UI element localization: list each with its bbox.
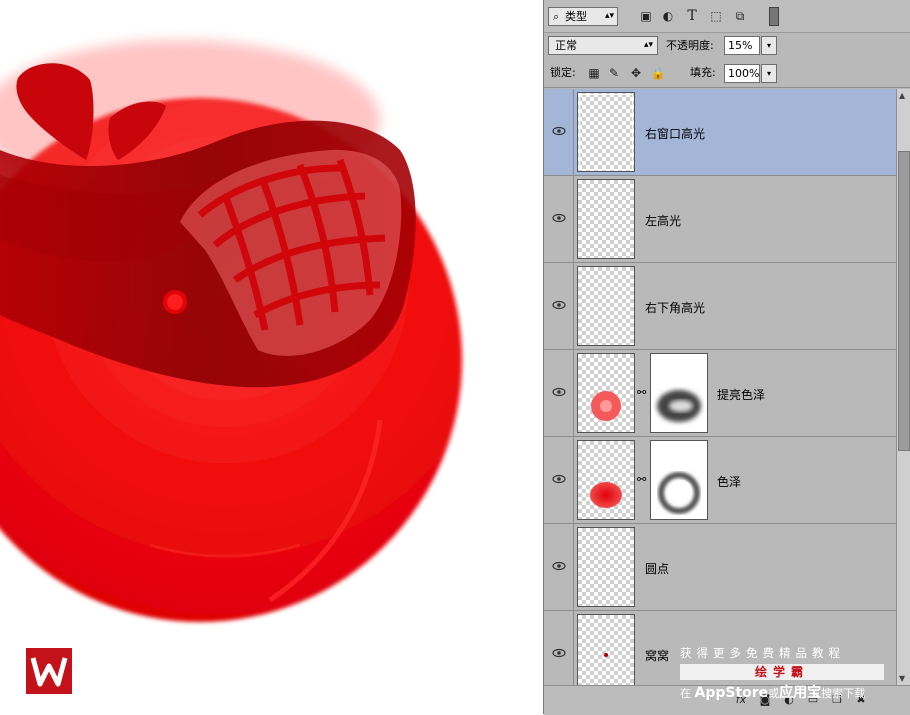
eye-icon <box>552 300 566 310</box>
brand-slogan: 以人为本 <box>222 653 266 666</box>
eye-icon <box>552 213 566 223</box>
layer-row[interactable]: 右下角高光 <box>544 263 896 350</box>
opacity-dropdown-button[interactable]: ▾ <box>761 36 777 55</box>
promo-app: 应用宝 <box>779 685 822 701</box>
lock-all-icon[interactable]: 🔒 <box>650 65 666 81</box>
filter-kind-select[interactable]: ⌕ 类型 ▴▾ <box>548 7 618 26</box>
brand-name: 王氏教育集团 <box>78 651 192 671</box>
lock-transparent-icon[interactable]: ▦ <box>586 65 602 81</box>
fill-label: 填充: <box>690 66 716 79</box>
search-icon: ⌕ <box>553 10 560 23</box>
eye-icon <box>552 474 566 484</box>
chevron-updown-icon: ▴▾ <box>604 11 614 21</box>
layer-thumbnail[interactable] <box>577 266 635 346</box>
visibility-toggle[interactable] <box>544 524 574 610</box>
shape-filter-icon[interactable]: ⬚ <box>708 8 724 24</box>
layer-mask-thumbnail[interactable] <box>650 440 708 520</box>
layer-list: 右窗口高光 左高光 右下角高光 ⚯ 提亮色泽 ⚯ 色泽 圆点 窝窝 <box>544 89 896 685</box>
visibility-toggle[interactable] <box>544 89 574 175</box>
promo-prefix: 在 <box>680 687 691 700</box>
red-ball-artwork <box>0 40 462 622</box>
layer-thumbnail[interactable] <box>577 440 635 520</box>
layer-name[interactable]: 右窗口高光 <box>645 125 705 142</box>
layer-filter-bar: ⌕ 类型 ▴▾ ▣ ◐ T ⬚ ⧉ <box>544 0 910 33</box>
eye-icon <box>552 648 566 658</box>
smart-object-filter-icon[interactable]: ⧉ <box>732 8 748 24</box>
layer-name[interactable]: 提亮色泽 <box>717 386 765 403</box>
layer-row[interactable]: 右窗口高光 <box>544 89 896 176</box>
layers-panel: ⌕ 类型 ▴▾ ▣ ◐ T ⬚ ⧉ 正常 ▴▾ 不透明度: 15% ▾ 锁定: ▦… <box>543 0 910 715</box>
layer-row[interactable]: 圆点 <box>544 524 896 611</box>
layer-thumbnail[interactable] <box>577 179 635 259</box>
layer-row[interactable]: ⚯ 提亮色泽 <box>544 350 896 437</box>
blend-mode-select[interactable]: 正常 ▴▾ <box>548 36 658 55</box>
brand-logo <box>26 648 72 694</box>
fill-dropdown-button[interactable]: ▾ <box>761 64 777 83</box>
blend-mode-value: 正常 <box>555 39 577 52</box>
lock-row: 锁定: ▦ ✎ ✥ 🔒 填充: 100% ▾ <box>544 61 910 88</box>
visibility-toggle[interactable] <box>544 350 574 436</box>
adjustment-filter-icon[interactable]: ◐ <box>660 8 676 24</box>
layer-name[interactable]: 窝窝 <box>645 647 669 664</box>
brand-divider <box>78 673 276 674</box>
link-chain-icon[interactable]: ⚯ <box>637 386 647 399</box>
layer-name[interactable]: 右下角高光 <box>645 299 705 316</box>
scrollbar-thumb[interactable] <box>898 151 910 451</box>
brand-motto: 始创于二零零二年 <box>78 682 238 695</box>
layer-thumbnail[interactable] <box>577 92 635 172</box>
layer-name[interactable]: 色泽 <box>717 473 741 490</box>
layer-row[interactable]: 左高光 <box>544 176 896 263</box>
filter-kind-label: 类型 <box>565 10 587 23</box>
lock-label: 锁定: <box>550 66 576 79</box>
visibility-toggle[interactable] <box>544 263 574 349</box>
promo-line3: 在 AppStore或应用宝搜索下载 <box>680 682 865 702</box>
promo-watermark: 获得更多免费精品教程 绘学霸 在 AppStore或应用宝搜索下载 <box>680 645 886 701</box>
layer-thumbnail[interactable] <box>577 527 635 607</box>
chevron-updown-icon: ▴▾ <box>643 40 653 50</box>
filter-toggle[interactable] <box>769 7 779 26</box>
eye-icon <box>552 561 566 571</box>
layer-mask-thumbnail[interactable] <box>650 353 708 433</box>
scroll-up-icon[interactable]: ▲ <box>899 91 905 100</box>
type-filter-icon[interactable]: T <box>684 8 700 24</box>
opacity-input[interactable]: 15% <box>724 36 760 55</box>
layer-name[interactable]: 圆点 <box>645 560 669 577</box>
layer-thumbnail[interactable] <box>577 353 635 433</box>
promo-mid: 或 <box>768 687 780 700</box>
promo-app-name: 绘学霸 <box>680 664 884 680</box>
scroll-down-icon[interactable]: ▼ <box>899 674 905 683</box>
fill-input[interactable]: 100% <box>724 64 760 83</box>
brand-watermark: 王氏教育集团 以人为本 始创于二零零二年 <box>26 646 286 698</box>
eye-icon <box>552 387 566 397</box>
visibility-toggle[interactable] <box>544 437 574 523</box>
lock-move-icon[interactable]: ✥ <box>628 65 644 81</box>
layer-list-scrollbar[interactable]: ▲ ▼ <box>896 89 910 685</box>
lock-paint-brush-icon[interactable]: ✎ <box>606 65 622 81</box>
layer-thumbnail[interactable] <box>577 614 635 685</box>
document-canvas[interactable]: 王氏教育集团 以人为本 始创于二零零二年 <box>0 0 543 714</box>
promo-suffix: 搜索下载 <box>821 687 866 700</box>
visibility-toggle[interactable] <box>544 611 574 685</box>
image-filter-icon[interactable]: ▣ <box>638 8 654 24</box>
visibility-toggle[interactable] <box>544 176 574 262</box>
link-chain-icon[interactable]: ⚯ <box>637 473 647 486</box>
promo-line1: 获得更多免费精品教程 <box>680 646 845 660</box>
layer-row[interactable]: ⚯ 色泽 <box>544 437 896 524</box>
promo-store: AppStore <box>694 685 769 701</box>
layer-name[interactable]: 左高光 <box>645 212 681 229</box>
opacity-label: 不透明度: <box>666 39 714 52</box>
blend-row: 正常 ▴▾ 不透明度: 15% ▾ <box>544 33 910 59</box>
eye-icon <box>552 126 566 136</box>
